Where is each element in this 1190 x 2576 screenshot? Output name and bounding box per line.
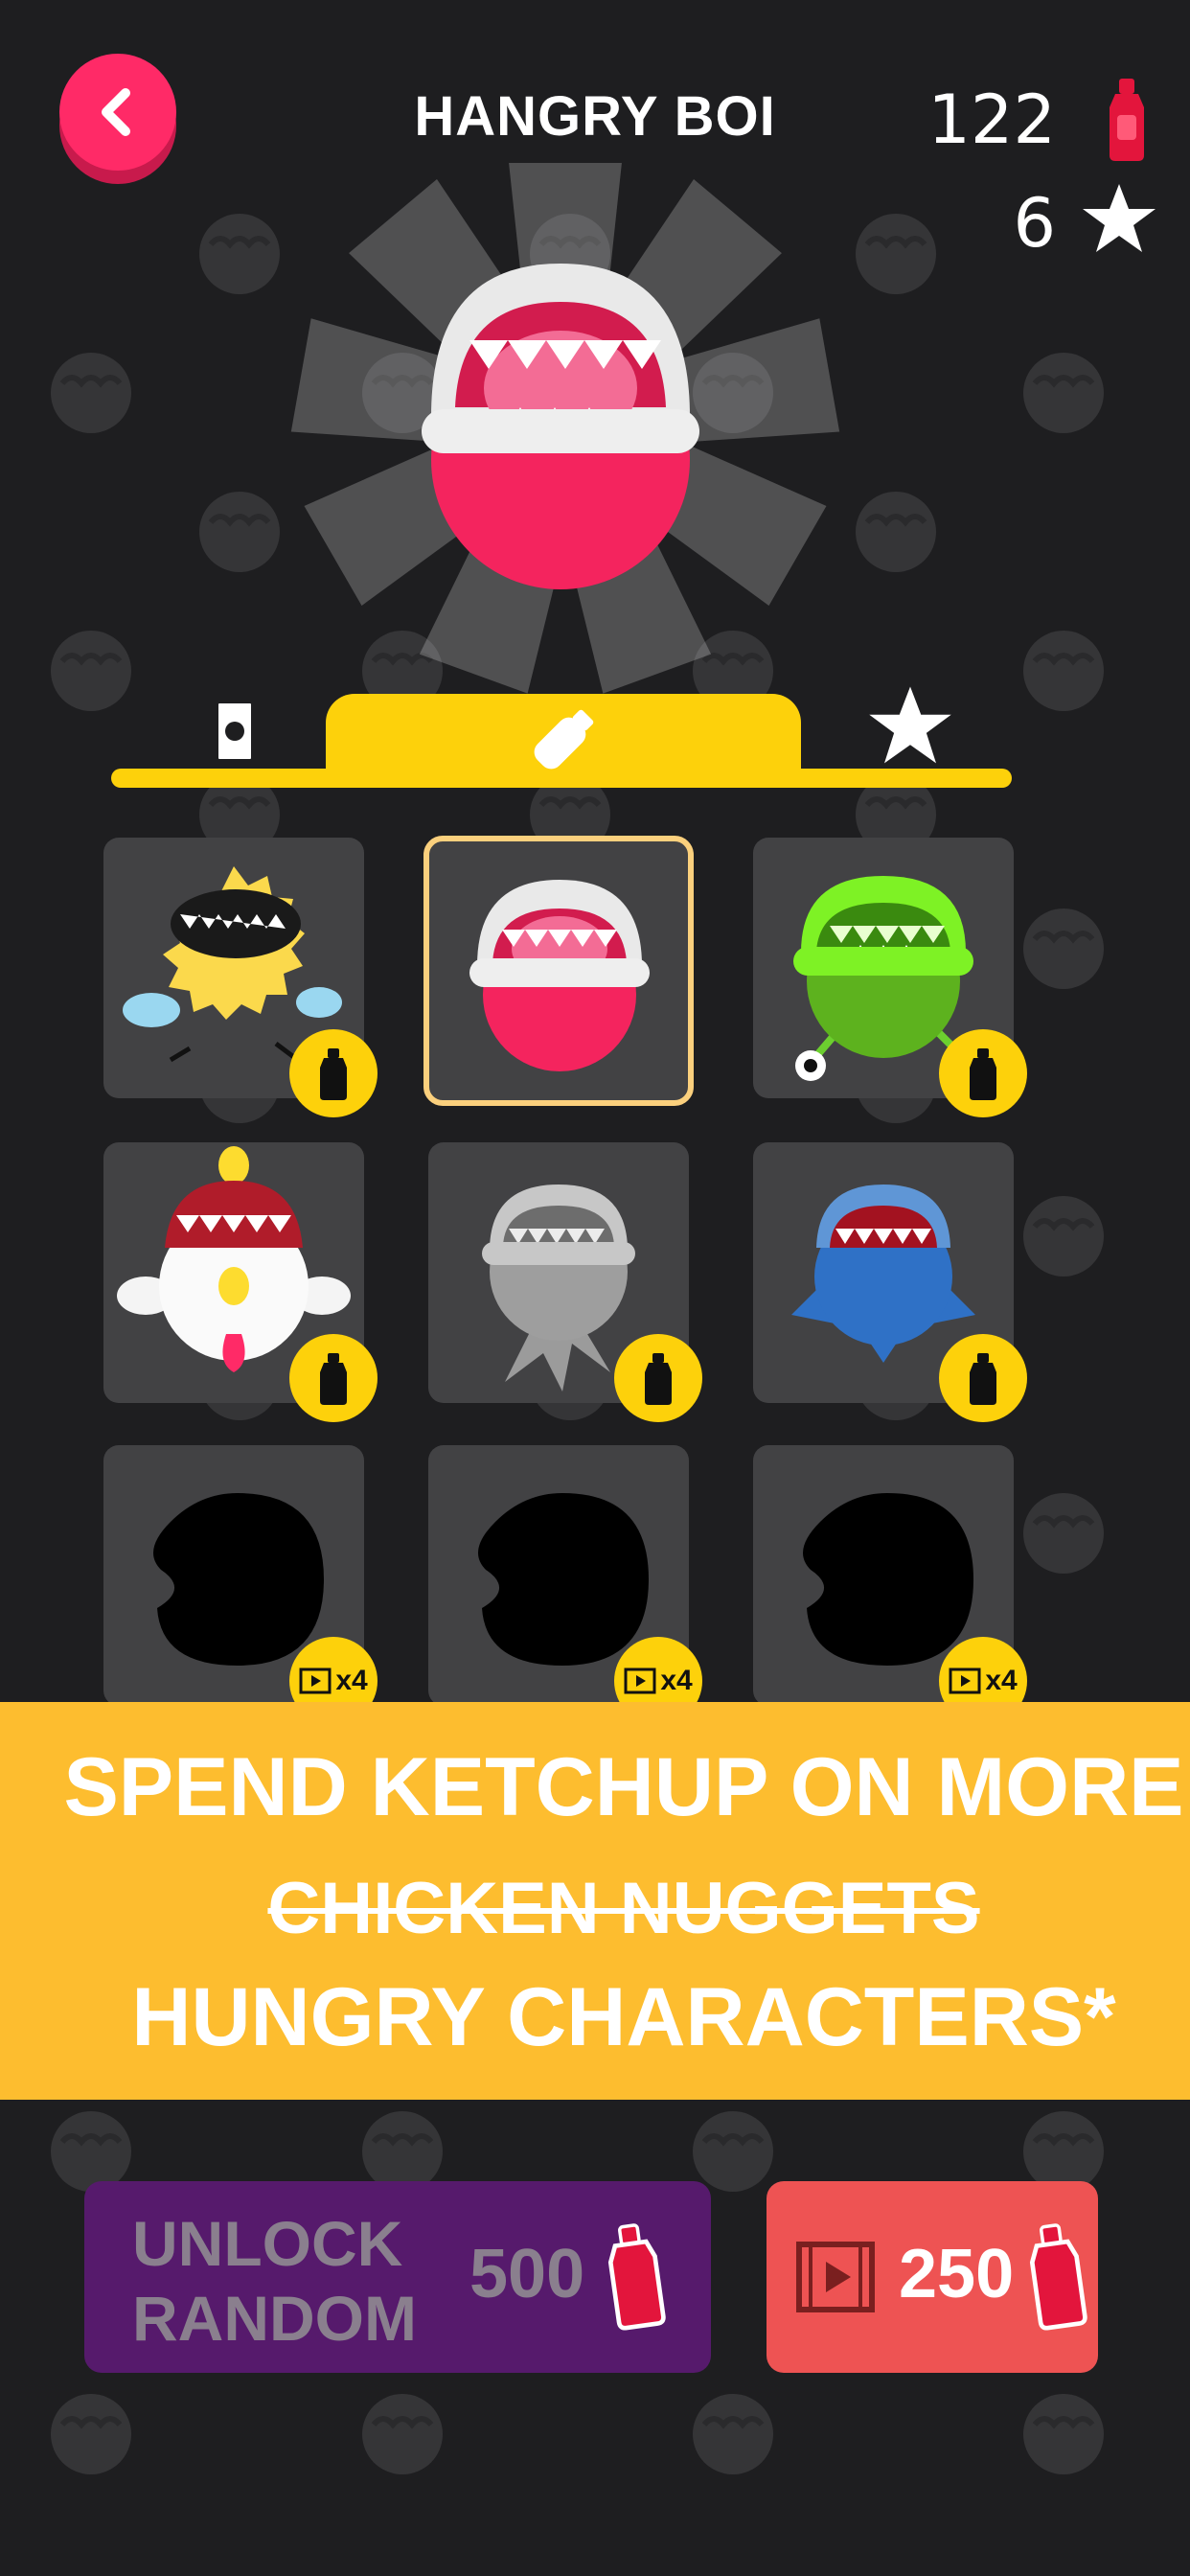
ad-count: x4 (335, 1665, 368, 1696)
character-slot-blue-shark[interactable] (753, 1142, 1027, 1422)
ketchup-badge (289, 1334, 378, 1422)
bottle-icon (534, 709, 594, 770)
unlock-price: 500 (469, 2236, 585, 2312)
ketchup-badge (614, 1334, 702, 1422)
banner-line-1: SPEND KETCHUP ON MORE (63, 1741, 1184, 1833)
cash-icon[interactable] (211, 698, 259, 765)
star-icon[interactable] (867, 682, 953, 769)
star-count: 6 (1013, 184, 1056, 263)
video-icon (796, 2242, 875, 2312)
video-icon (624, 1668, 656, 1694)
ketchup-count: 122 (927, 80, 1056, 159)
ketchup-badge (289, 1029, 378, 1117)
ketchup-badge (939, 1029, 1027, 1117)
unlock-label-line-1: UNLOCK (132, 2208, 403, 2279)
chevron-left-icon (102, 88, 130, 136)
hero-character (422, 264, 699, 589)
star-icon (1083, 184, 1156, 252)
character-slot-hangry-boi[interactable] (423, 836, 694, 1106)
unlock-random-button[interactable]: UNLOCK RANDOM 500 (84, 2181, 711, 2373)
bottle-icon (970, 1353, 996, 1405)
ad-count: x4 (660, 1665, 693, 1696)
banner-line-3: HUNGRY CHARACTERS* (131, 1971, 1116, 2063)
back-button[interactable] (59, 54, 176, 171)
ketchup-badge (939, 1334, 1027, 1422)
ad-count: x4 (985, 1665, 1018, 1696)
hangry-boi-character (469, 880, 650, 1071)
character-slot-locked[interactable]: x4 (428, 1445, 702, 1725)
character-slot-locked[interactable]: x4 (753, 1445, 1027, 1725)
character-slot-locked[interactable]: x4 (103, 1445, 378, 1725)
ketchup-bottle-icon (1029, 2223, 1087, 2331)
unlock-label-line-2: RANDOM (132, 2283, 417, 2354)
character-slot-gray-squid[interactable] (428, 1142, 702, 1422)
ketchup-bottle-icon (1110, 79, 1144, 161)
bottle-icon (970, 1048, 996, 1100)
ad-reward-amount: 250 (899, 2236, 1015, 2312)
promo-banner: SPEND KETCHUP ON MORE CHICKEN NUGGETS HU… (0, 1702, 1190, 2100)
watch-ad-ketchup-button[interactable]: 250 (767, 2181, 1098, 2373)
ketchup-bottle-icon (607, 2223, 666, 2331)
banner-line-2-strikethrough: CHICKEN NUGGETS (267, 1868, 980, 1949)
character-slot-yellow-fluffy[interactable] (103, 838, 378, 1117)
character-slot-chicken[interactable] (103, 1142, 378, 1422)
unlock-random-label: UNLOCK RANDOM (132, 2206, 417, 2356)
bottle-icon (320, 1353, 347, 1405)
video-icon (949, 1668, 981, 1694)
bottle-icon (645, 1353, 672, 1405)
bottle-icon (320, 1048, 347, 1100)
page-title: HANGRY BOI (414, 85, 776, 148)
character-slot-green-plant[interactable] (753, 838, 1027, 1117)
video-icon (299, 1668, 332, 1694)
